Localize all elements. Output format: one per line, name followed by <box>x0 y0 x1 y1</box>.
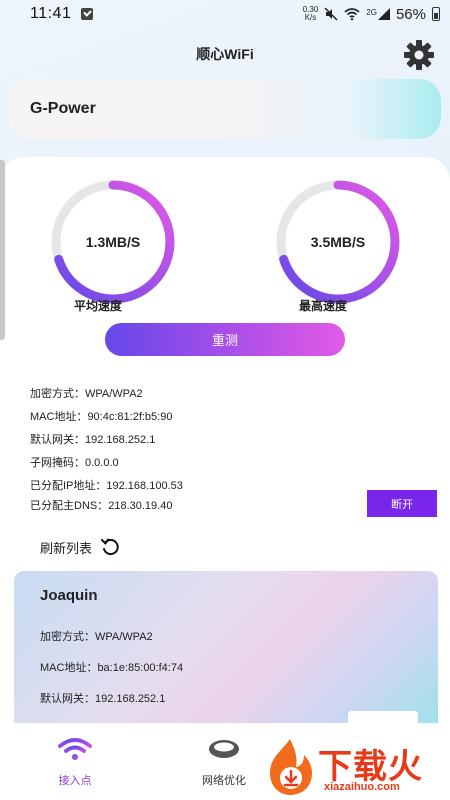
average-speed-label: 平均速度 <box>73 299 122 313</box>
watermark-url: xiazaihuo.com <box>324 781 400 793</box>
signal-icon <box>377 8 390 20</box>
tab-access-point-label: 接入点 <box>58 775 92 787</box>
settings-button[interactable] <box>402 38 436 72</box>
max-speed-label: 最高速度 <box>298 299 347 313</box>
fire-logo-icon <box>270 739 312 795</box>
network-encryption: 加密方式：WPA/WPA2 <box>40 631 153 643</box>
current-wifi-card: G-Power <box>8 79 441 139</box>
network-name: Joaquin <box>40 587 98 604</box>
retest-button[interactable]: 重测 <box>105 323 345 356</box>
current-wifi-name: G-Power <box>30 100 96 117</box>
wifi-status-icon <box>344 8 360 21</box>
optimize-tab-icon <box>209 740 239 758</box>
network-type: 2G <box>366 8 377 17</box>
tab-network-optimize[interactable]: 网络优化 <box>184 737 264 788</box>
info-ip: 已分配IP地址：192.168.100.53 <box>30 480 183 492</box>
info-encryption: 加密方式：WPA/WPA2 <box>30 388 143 400</box>
notification-check-icon <box>81 8 94 20</box>
status-indicators: 0.30 K/s 2G 56% <box>303 6 440 23</box>
mute-icon <box>324 7 338 21</box>
gear-icon <box>404 40 434 70</box>
network-gateway: 默认网关：192.168.252.1 <box>40 693 166 705</box>
page-title: 顺心WiFi <box>196 46 254 62</box>
network-list-item[interactable]: Joaquin 加密方式：WPA/WPA2 MAC地址：ba:1e:85:00:… <box>14 571 438 723</box>
info-dns: 已分配主DNS：218.30.19.40 <box>30 500 173 512</box>
scroll-edge-indicator <box>0 160 5 340</box>
tab-access-point[interactable]: 接入点 <box>35 737 115 788</box>
average-speed-value: 1.3MB/S <box>85 234 141 250</box>
disconnect-button[interactable]: 断开 <box>367 490 437 517</box>
info-mac: MAC地址：90:4c:81:2f:b5:90 <box>30 411 173 423</box>
network-mac: MAC地址：ba:1e:85:00:f4:74 <box>40 662 184 674</box>
refresh-list-label: 刷新列表 <box>40 540 93 556</box>
status-time: 11:41 <box>30 5 72 22</box>
tab-network-optimize-label: 网络优化 <box>202 775 246 787</box>
wifi-tab-icon <box>58 738 92 760</box>
max-speed-value: 3.5MB/S <box>310 234 366 250</box>
info-subnet: 子网掩码：0.0.0.0 <box>30 457 119 469</box>
max-speed-gauge: 3.5MB/S <box>274 178 402 306</box>
battery-icon <box>432 7 440 21</box>
refresh-icon <box>101 538 119 556</box>
status-bar: 11:41 0.30 K/s 2G 56% <box>0 0 450 28</box>
network-speed: 0.30 K/s <box>303 6 319 22</box>
refresh-list-button[interactable]: 刷新列表 <box>40 536 120 558</box>
network-speed-unit: K/s <box>304 13 317 22</box>
network-connect-button[interactable] <box>348 711 418 723</box>
app-header: 顺心WiFi <box>0 36 450 70</box>
average-speed-gauge: 1.3MB/S <box>49 178 177 306</box>
signal-group: 2G <box>366 8 390 20</box>
info-gateway: 默认网关：192.168.252.1 <box>30 434 156 446</box>
watermark: 下载火 xiazaihuo.com <box>262 737 448 797</box>
battery-percent: 56% <box>395 5 426 23</box>
